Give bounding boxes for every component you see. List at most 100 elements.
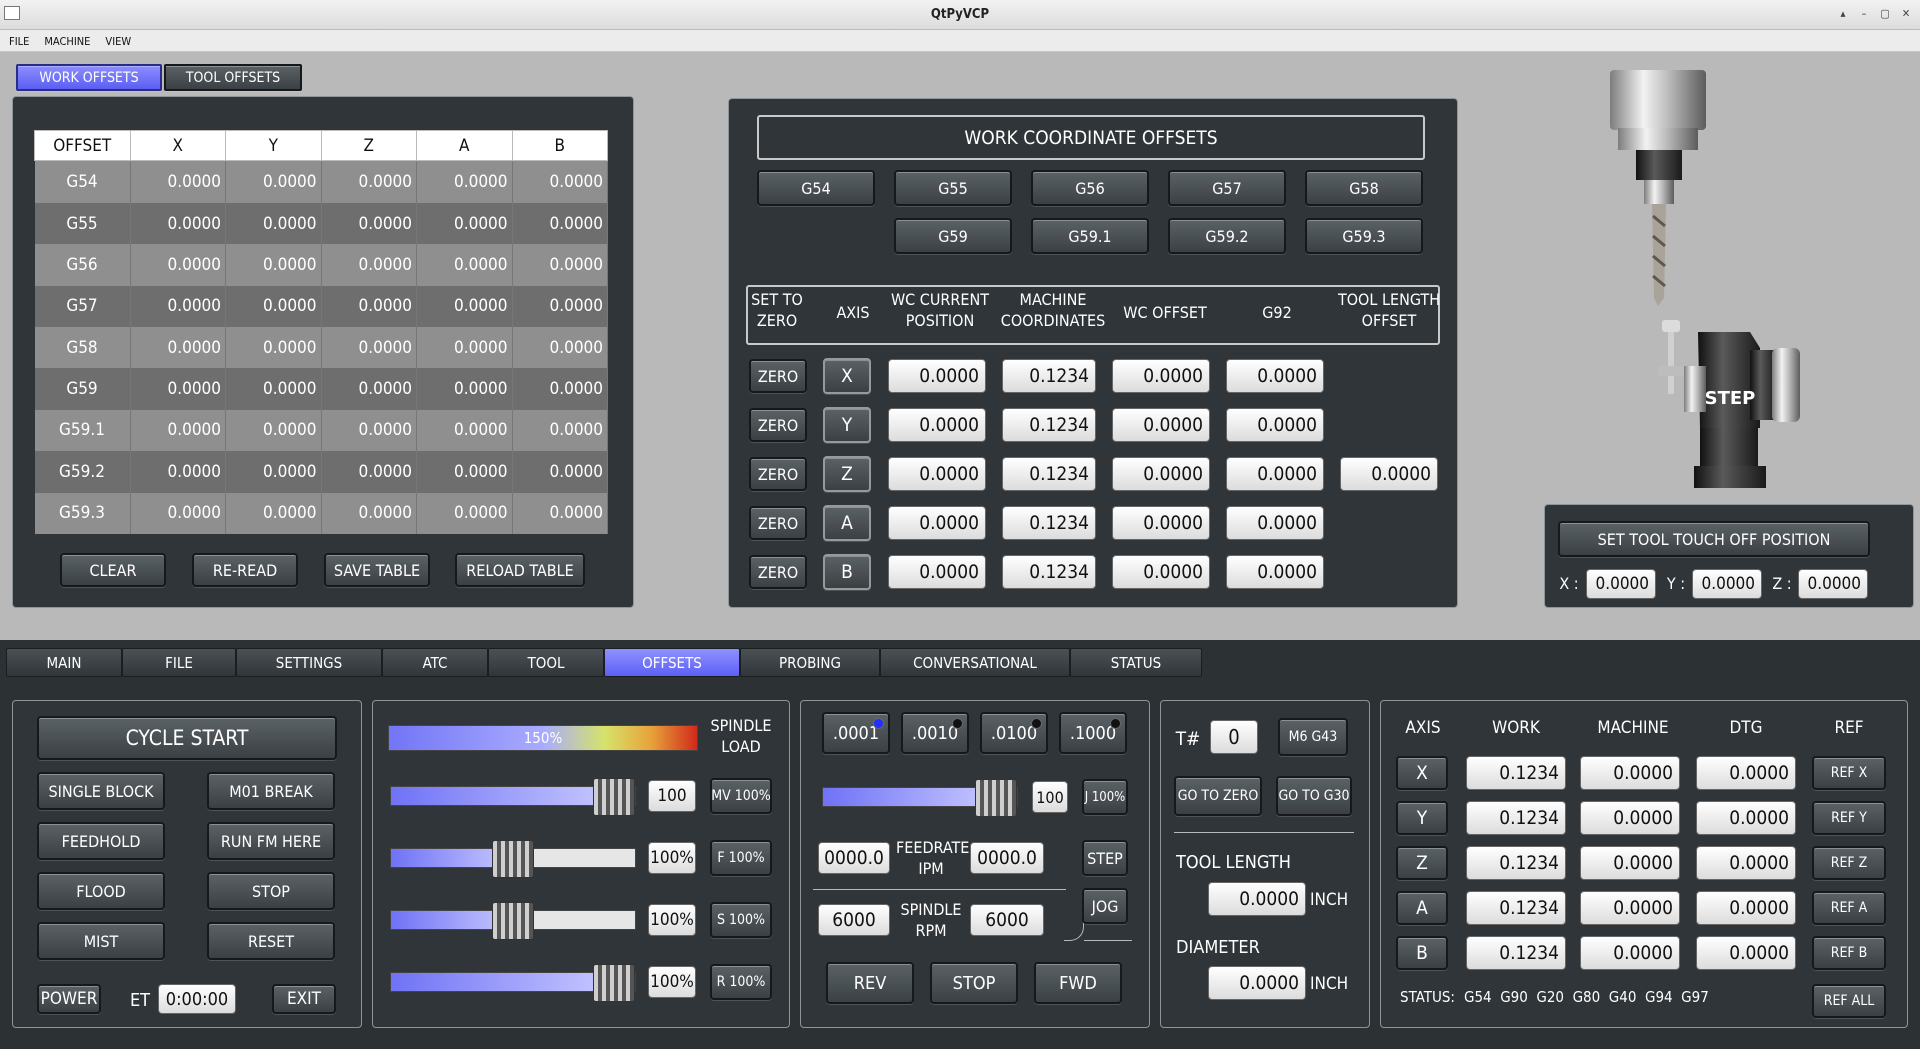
ref-a-button[interactable]: REF A bbox=[1812, 891, 1886, 925]
table-cell[interactable]: 0.0000 bbox=[512, 244, 608, 286]
jog-speed-reset-button[interactable]: J 100% bbox=[1082, 779, 1128, 815]
slider-handle[interactable] bbox=[593, 964, 635, 1002]
wc-offset-a[interactable]: 0.0000 bbox=[1112, 506, 1210, 540]
spindle-reverse-button[interactable]: REV bbox=[826, 962, 914, 1004]
table-cell[interactable]: G57 bbox=[34, 285, 131, 328]
table-row[interactable]: G59.3 0.0000 0.0000 0.0000 0.0000 0.0000 bbox=[34, 492, 608, 534]
table-cell[interactable]: 0.0000 bbox=[130, 368, 226, 410]
menu-file[interactable]: FILE bbox=[0, 31, 35, 53]
table-cell[interactable]: 0.0000 bbox=[225, 285, 322, 328]
single-block-button[interactable]: SINGLE BLOCK bbox=[37, 772, 165, 810]
table-cell[interactable]: 0.0000 bbox=[225, 368, 322, 410]
ref-x-button[interactable]: REF X bbox=[1812, 756, 1886, 790]
g57-button[interactable]: G57 bbox=[1168, 170, 1286, 206]
tab-conversational[interactable]: CONVERSATIONAL bbox=[880, 648, 1070, 677]
zero-y-button[interactable]: ZERO bbox=[749, 408, 807, 442]
table-row[interactable]: G59 0.0000 0.0000 0.0000 0.0000 0.0000 bbox=[34, 368, 608, 410]
slider-handle[interactable] bbox=[492, 902, 534, 940]
table-cell[interactable]: 0.0000 bbox=[130, 244, 226, 286]
run-fm-here-button[interactable]: RUN FM HERE bbox=[207, 822, 335, 860]
table-cell[interactable]: 0.0000 bbox=[321, 327, 417, 369]
spindle-override-reset-button[interactable]: S 100% bbox=[710, 902, 772, 938]
tab-file[interactable]: FILE bbox=[122, 648, 236, 677]
table-cell[interactable]: 0.0000 bbox=[416, 285, 513, 328]
table-cell[interactable]: 0.0000 bbox=[416, 451, 513, 493]
table-cell[interactable]: 0.0000 bbox=[130, 409, 226, 452]
table-cell[interactable]: G54 bbox=[34, 160, 131, 203]
g58-button[interactable]: G58 bbox=[1305, 170, 1423, 206]
set-tool-touch-off-position-button[interactable]: SET TOOL TOUCH OFF POSITION bbox=[1558, 521, 1870, 557]
re-read-button[interactable]: RE-READ bbox=[192, 553, 298, 587]
g59-1-button[interactable]: G59.1 bbox=[1031, 218, 1149, 254]
max-velocity-slider[interactable] bbox=[390, 778, 636, 816]
table-cell[interactable]: 0.0000 bbox=[512, 409, 608, 452]
table-cell[interactable]: 0.0000 bbox=[321, 451, 417, 493]
table-cell[interactable]: 0.0000 bbox=[512, 285, 608, 328]
tab-status[interactable]: STATUS bbox=[1070, 648, 1202, 677]
table-cell[interactable]: 0.0000 bbox=[416, 160, 513, 203]
exit-button[interactable]: EXIT bbox=[272, 984, 336, 1014]
table-cell[interactable]: 0.0000 bbox=[130, 492, 226, 534]
table-cell[interactable]: 0.0000 bbox=[416, 368, 513, 410]
table-cell[interactable]: 0.0000 bbox=[225, 202, 322, 245]
zero-x-button[interactable]: ZERO bbox=[749, 359, 807, 393]
tab-tool-offsets[interactable]: TOOL OFFSETS bbox=[164, 64, 302, 91]
tab-tool[interactable]: TOOL bbox=[488, 648, 604, 677]
slider-handle[interactable] bbox=[492, 840, 534, 878]
dro-axis-z[interactable]: Z bbox=[1396, 846, 1448, 880]
stop-button[interactable]: STOP bbox=[207, 872, 335, 910]
g56-button[interactable]: G56 bbox=[1031, 170, 1149, 206]
table-cell[interactable]: G59.2 bbox=[34, 451, 131, 493]
dro-axis-x[interactable]: X bbox=[1396, 756, 1448, 790]
table-cell[interactable]: G59.1 bbox=[34, 409, 131, 452]
table-cell[interactable]: 0.0000 bbox=[225, 327, 322, 369]
ref-y-button[interactable]: REF Y bbox=[1812, 801, 1886, 835]
table-cell[interactable]: 0.0000 bbox=[416, 202, 513, 245]
table-cell[interactable]: 0.0000 bbox=[321, 368, 417, 410]
minimize-icon[interactable]: – bbox=[1856, 7, 1872, 21]
table-cell[interactable]: 0.0000 bbox=[321, 285, 417, 328]
ref-z-button[interactable]: REF Z bbox=[1812, 846, 1886, 880]
touch-off-x-field[interactable]: 0.0000 bbox=[1586, 569, 1656, 599]
g59-button[interactable]: G59 bbox=[894, 218, 1012, 254]
jog-increment-0010-button[interactable]: .0010 bbox=[901, 712, 969, 754]
table-cell[interactable]: 0.0000 bbox=[321, 202, 417, 245]
tab-work-offsets[interactable]: WORK OFFSETS bbox=[16, 64, 162, 91]
dro-axis-b[interactable]: B bbox=[1396, 936, 1448, 970]
table-cell[interactable]: 0.0000 bbox=[225, 451, 322, 493]
table-cell[interactable]: 0.0000 bbox=[416, 244, 513, 286]
touch-off-z-field[interactable]: 0.0000 bbox=[1798, 569, 1868, 599]
table-cell[interactable]: 0.0000 bbox=[225, 160, 322, 203]
table-row[interactable]: G58 0.0000 0.0000 0.0000 0.0000 0.0000 bbox=[34, 327, 608, 369]
table-cell[interactable]: 0.0000 bbox=[512, 202, 608, 245]
table-cell[interactable]: 0.0000 bbox=[130, 451, 226, 493]
table-cell[interactable]: 0.0000 bbox=[225, 244, 322, 286]
tab-probing[interactable]: PROBING bbox=[740, 648, 880, 677]
table-cell[interactable]: 0.0000 bbox=[130, 202, 226, 245]
jog-increment-0001-button[interactable]: .0001 bbox=[822, 712, 890, 754]
table-row[interactable]: G59.2 0.0000 0.0000 0.0000 0.0000 0.0000 bbox=[34, 451, 608, 493]
zero-z-button[interactable]: ZERO bbox=[749, 457, 807, 491]
m01-break-button[interactable]: M01 BREAK bbox=[207, 772, 335, 810]
save-table-button[interactable]: SAVE TABLE bbox=[324, 553, 430, 587]
jog-increment-1000-button[interactable]: .1000 bbox=[1059, 712, 1127, 754]
table-cell[interactable]: 0.0000 bbox=[416, 327, 513, 369]
wc-offset-x[interactable]: 0.0000 bbox=[1112, 359, 1210, 393]
table-cell[interactable]: 0.0000 bbox=[512, 368, 608, 410]
jog-mode-button[interactable]: JOG bbox=[1082, 888, 1128, 924]
rapid-override-slider[interactable] bbox=[390, 964, 636, 1002]
table-cell[interactable]: 0.0000 bbox=[512, 160, 608, 203]
tab-settings[interactable]: SETTINGS bbox=[236, 648, 382, 677]
table-cell[interactable]: 0.0000 bbox=[130, 327, 226, 369]
tool-number-field[interactable]: 0 bbox=[1210, 720, 1258, 754]
step-mode-button[interactable]: STEP bbox=[1082, 840, 1128, 876]
table-cell[interactable]: 0.0000 bbox=[512, 451, 608, 493]
window-up-icon[interactable]: ▴ bbox=[1835, 7, 1851, 21]
table-row[interactable]: G57 0.0000 0.0000 0.0000 0.0000 0.0000 bbox=[34, 285, 608, 328]
dro-axis-a[interactable]: A bbox=[1396, 891, 1448, 925]
reload-table-button[interactable]: RELOAD TABLE bbox=[455, 553, 585, 587]
table-cell[interactable]: 0.0000 bbox=[321, 244, 417, 286]
slider-handle[interactable] bbox=[975, 779, 1017, 817]
spindle-stop-button[interactable]: STOP bbox=[930, 962, 1018, 1004]
menu-view[interactable]: VIEW bbox=[96, 31, 137, 53]
